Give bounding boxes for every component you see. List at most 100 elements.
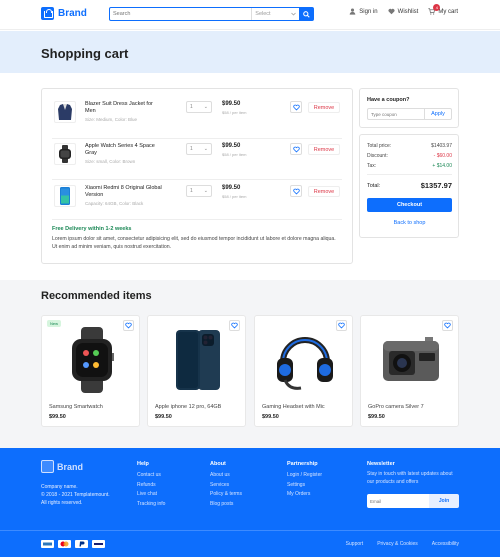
email-field[interactable]: [367, 494, 429, 508]
footer-link[interactable]: Settings: [287, 481, 322, 491]
footer-link[interactable]: My Orders: [287, 490, 322, 500]
footer-link[interactable]: Policy & terms: [210, 490, 242, 500]
chevron-down-icon: [291, 12, 296, 16]
remove-button[interactable]: Remove: [308, 144, 340, 155]
chevron-down-icon: ⌄: [203, 146, 208, 152]
header-nav: Sign in Wishlist 4 My cart: [349, 4, 458, 15]
item-name[interactable]: Apple Watch Series 4 Space Gray: [85, 143, 165, 157]
support-link[interactable]: Support: [346, 541, 364, 547]
total-value: $1357.97: [420, 181, 452, 190]
footer-link[interactable]: Live chat: [137, 490, 165, 500]
footer-link[interactable]: Refunds: [137, 481, 165, 491]
category-select[interactable]: Select: [251, 8, 299, 20]
footer-heading: About: [210, 461, 226, 467]
heart-icon: [292, 146, 300, 152]
cart-item: Xiaomi Redmi 8 Original Global Version C…: [42, 181, 352, 217]
join-button[interactable]: Join: [429, 494, 459, 508]
user-icon: [349, 8, 356, 15]
footer-link[interactable]: Services: [210, 481, 242, 491]
payment-methods: [41, 540, 105, 548]
header: Brand Select Sign in Wishlist 4 My cart: [0, 0, 500, 30]
item-unit-price: $58 / per item: [222, 194, 247, 199]
discount-label: Discount:: [367, 153, 388, 159]
item-price: $99.50: [222, 185, 241, 191]
heart-icon: [338, 322, 345, 329]
product-price: $99.50: [368, 414, 385, 420]
footer-link[interactable]: Login / Register: [287, 471, 322, 481]
product-card[interactable]: GoPro camera Silver 7 $99.50: [360, 315, 459, 427]
footer-link[interactable]: About us: [210, 471, 242, 481]
cart-item: Blazer Suit Dress Jacket for Men Size: M…: [42, 97, 352, 133]
footer-company: Company name. © 2018 - 2021 Templatemoun…: [41, 483, 110, 507]
privacy-link[interactable]: Privacy & Cookies: [377, 541, 418, 547]
coupon-card: Have a coupon? Apply: [359, 88, 459, 128]
accessibility-link[interactable]: Accessibility: [432, 541, 459, 547]
total-price-label: Total price:: [367, 143, 392, 149]
newsletter-description: Stay in touch with latest updates about …: [367, 471, 453, 485]
logo[interactable]: Brand: [41, 7, 87, 20]
favorite-button[interactable]: [123, 320, 134, 331]
item-price: $99.50: [222, 101, 241, 107]
quantity-select[interactable]: 1 ⌄: [186, 143, 212, 155]
footer-link[interactable]: Tracking info: [137, 500, 165, 510]
footer-link[interactable]: Blog posts: [210, 500, 242, 510]
signin-label: Sign in: [359, 8, 378, 15]
favorite-button[interactable]: [290, 143, 302, 155]
signin-link[interactable]: Sign in: [349, 8, 378, 15]
coupon-input[interactable]: [368, 109, 424, 119]
search-input[interactable]: [110, 8, 252, 20]
new-badge: New: [47, 320, 62, 327]
favorite-button[interactable]: [290, 101, 302, 113]
footer-logo-text: Brand: [57, 461, 84, 472]
quantity-value: 1: [190, 146, 193, 152]
mastercard-icon: [58, 540, 71, 548]
apply-button[interactable]: Apply: [424, 109, 451, 119]
rights: All rights reserved.: [41, 500, 83, 506]
divider: [0, 530, 500, 531]
item-meta: Size: small, Color: Brown: [85, 159, 136, 164]
item-name[interactable]: Blazer Suit Dress Jacket for Men: [85, 101, 165, 115]
footer-newsletter: Newsletter Stay in touch with latest upd…: [367, 461, 459, 486]
product-name: Apple iphone 12 pro, 64GB: [155, 404, 222, 410]
favorite-button[interactable]: [442, 320, 453, 331]
back-to-shop-link[interactable]: Back to shop: [367, 216, 452, 230]
item-name[interactable]: Xiaomi Redmi 8 Original Global Version: [85, 185, 165, 199]
remove-button[interactable]: Remove: [308, 102, 340, 113]
summary-discount-row: Discount: - $60.00: [367, 153, 452, 159]
cart-description: Lorem ipsum dolor sit amet, consectetur …: [52, 236, 336, 250]
checkout-button[interactable]: Checkout: [367, 198, 452, 212]
cart-link[interactable]: 4 My cart: [428, 4, 458, 15]
footer-heading: Help: [137, 461, 149, 467]
summary-total-row: Total: $1357.97: [367, 181, 452, 190]
order-summary: Total price: $1403.97 Discount: - $60.00…: [359, 134, 459, 238]
favorite-button[interactable]: [229, 320, 240, 331]
product-price: $99.50: [49, 414, 66, 420]
divider: [367, 174, 452, 175]
footer-heading: Newsletter: [367, 461, 395, 467]
item-unit-price: $58 / per item: [222, 110, 247, 115]
delivery-note: Free Delivery within 1-2 weeks: [52, 226, 132, 232]
footer-link[interactable]: Contact us: [137, 471, 165, 481]
recommended-section: Recommended items New Samsung Smartwatch…: [0, 280, 500, 448]
search-button[interactable]: [299, 8, 313, 20]
product-card[interactable]: Gaming Headset with Mic $99.50: [254, 315, 353, 427]
wishlist-link[interactable]: Wishlist: [388, 8, 418, 15]
quantity-select[interactable]: 1 ⌄: [186, 101, 212, 113]
favorite-button[interactable]: [336, 320, 347, 331]
quantity-select[interactable]: 1 ⌄: [186, 185, 212, 197]
product-name: GoPro camera Silver 7: [368, 404, 424, 410]
product-card[interactable]: Apple iphone 12 pro, 64GB $99.50: [147, 315, 246, 427]
cart-card: Blazer Suit Dress Jacket for Men Size: M…: [41, 88, 353, 264]
favorite-button[interactable]: [290, 185, 302, 197]
product-card[interactable]: New Samsung Smartwatch $99.50: [41, 315, 140, 427]
footer-logo[interactable]: Brand: [41, 460, 83, 473]
blazer-image: [54, 101, 76, 123]
footer-heading: Partnership: [287, 461, 318, 467]
phone-image: [54, 185, 76, 207]
remove-button[interactable]: Remove: [308, 186, 340, 197]
item-meta: Capacity: 64GB, Color: Black: [85, 201, 144, 206]
footer: Brand Company name. © 2018 - 2021 Templa…: [0, 448, 500, 557]
category-select-label: Select: [255, 11, 271, 17]
item-meta: Size: Medium, Color: Blue: [85, 117, 138, 122]
summary-tax-row: Tax: + $14.00: [367, 163, 452, 169]
